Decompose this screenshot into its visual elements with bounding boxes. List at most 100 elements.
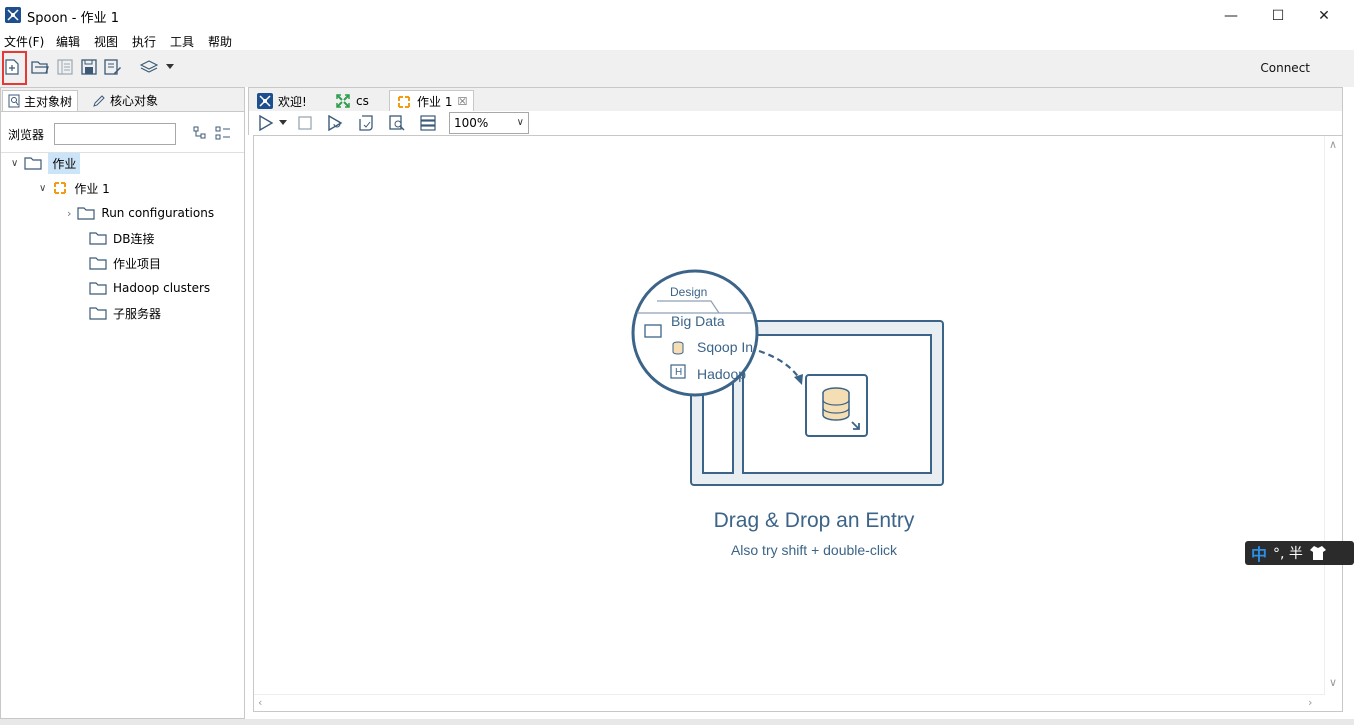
new-button-highlight <box>2 51 27 85</box>
connect-button[interactable]: Connect <box>1260 61 1310 75</box>
chevron-down-icon[interactable]: ∨ <box>11 158 18 169</box>
ime-status-bar[interactable]: 中 °, 半 <box>1245 541 1354 565</box>
tab-view-label: 主对象树 <box>24 94 73 109</box>
run-icon <box>259 115 274 131</box>
main-toolbar: Connect <box>0 50 1354 87</box>
chevron-right-icon[interactable]: › <box>67 207 71 220</box>
replay-button[interactable] <box>326 114 344 132</box>
tab-cs-label: cs <box>356 94 369 108</box>
run-button[interactable] <box>257 114 275 132</box>
maximize-button[interactable]: ☐ <box>1255 0 1301 31</box>
zoom-value: 100% <box>454 116 489 130</box>
chevron-down-icon[interactable]: ∨ <box>39 183 46 194</box>
search-doc-icon <box>8 94 20 108</box>
minimize-button[interactable]: — <box>1208 0 1254 31</box>
save-as-icon <box>104 59 121 75</box>
editor-tabs: 欢迎! cs 作业 1 ☒ <box>248 87 1343 112</box>
browser-label: 浏览器 <box>8 128 45 142</box>
job-icon <box>398 95 410 108</box>
save-icon <box>81 59 97 75</box>
impact-button[interactable] <box>388 114 406 132</box>
drag-drop-title: Drag & Drop an Entry <box>713 509 915 532</box>
folder-icon <box>89 307 107 320</box>
tab-welcome-label: 欢迎! <box>278 94 307 109</box>
spoon-app-icon <box>5 7 21 23</box>
vertical-scrollbar[interactable]: ∧ ∨ <box>1324 136 1342 695</box>
stop-button[interactable] <box>296 114 314 132</box>
pencil-icon <box>93 94 105 107</box>
ime-punctuation[interactable]: °, 半 <box>1273 543 1303 563</box>
tree-item-slave-servers[interactable]: 子服务器 <box>89 302 161 324</box>
title-bar: Spoon - 作业 1 — ☐ ✕ <box>0 0 1354 31</box>
tab-design-label: 核心对象 <box>110 94 159 108</box>
tree-item-job-entries[interactable]: 作业项目 <box>89 252 161 274</box>
explore-repository-icon <box>57 59 73 75</box>
drag-drop-subtitle: Also try shift + double-click <box>730 542 898 558</box>
left-panel: 主对象树 核心对象 浏览器 ∨ 作业 ∨ 作业 1 › Run configur… <box>0 87 245 719</box>
item2-label: Hadoop <box>697 366 747 382</box>
run-options-button[interactable] <box>277 114 289 132</box>
chevron-down-icon: ∨ <box>516 117 524 128</box>
tree-item-run-configurations[interactable]: › Run configurations <box>67 202 214 224</box>
tree-item-label: 作业项目 <box>113 256 162 271</box>
search-db-icon <box>389 115 405 131</box>
scroll-left-icon[interactable]: ‹ <box>258 696 262 709</box>
bottom-edge <box>0 719 1354 725</box>
menu-file[interactable]: 文件(F) <box>4 33 44 50</box>
tab-design[interactable]: 核心对象 <box>87 90 163 111</box>
tree-collapse-button[interactable] <box>215 126 231 143</box>
save-as-button[interactable] <box>103 57 123 77</box>
tab-view[interactable]: 主对象树 <box>2 90 79 111</box>
menu-run[interactable]: 执行 <box>132 33 156 50</box>
explore-button[interactable] <box>55 57 75 77</box>
open-folder-icon <box>31 61 49 74</box>
open-button[interactable] <box>30 57 50 77</box>
tree-item-label: DB连接 <box>113 231 155 246</box>
zoom-select[interactable]: 100% ∨ <box>449 112 529 134</box>
tree-item-db-connections[interactable]: DB连接 <box>89 227 154 249</box>
scroll-down-icon[interactable]: ∨ <box>1329 676 1337 689</box>
tab-welcome[interactable]: 欢迎! <box>251 90 313 112</box>
window-title: Spoon - 作业 1 <box>27 11 120 26</box>
folder-icon <box>89 282 107 295</box>
item1-label: Sqoop In <box>697 339 754 355</box>
check-button[interactable] <box>357 114 375 132</box>
layers-button[interactable] <box>139 57 159 77</box>
menu-view[interactable]: 视图 <box>94 33 118 50</box>
job-canvas[interactable]: Design Big Data Sqoop In H Hadoop Drag &… <box>253 135 1343 712</box>
tree-expand-icon <box>193 126 206 139</box>
layers-dropdown-button[interactable] <box>162 57 178 77</box>
tab-job1[interactable]: 作业 1 ☒ <box>389 90 475 112</box>
tree-item-label: 子服务器 <box>113 306 162 321</box>
design-tab-label: Design <box>670 285 708 299</box>
horizontal-scrollbar[interactable]: ‹ › <box>254 694 1324 711</box>
close-tab-icon[interactable]: ☒ <box>457 95 467 108</box>
close-button[interactable]: ✕ <box>1301 0 1347 31</box>
sql-button[interactable] <box>419 114 437 132</box>
tree-item-job1[interactable]: ∨ 作业 1 <box>39 177 110 199</box>
skin-shirt-icon[interactable] <box>1309 545 1327 561</box>
scroll-up-icon[interactable]: ∧ <box>1329 138 1337 151</box>
spoon-icon <box>257 93 273 109</box>
tree-item-label: Hadoop clusters <box>113 281 211 295</box>
transformation-icon <box>336 94 350 108</box>
menu-tools[interactable]: 工具 <box>170 33 194 50</box>
folder-icon <box>89 257 107 270</box>
tab-cs[interactable]: cs <box>329 90 375 112</box>
folder-icon <box>77 207 96 220</box>
browser-search-input[interactable] <box>54 123 176 145</box>
scroll-right-icon[interactable]: › <box>1308 696 1312 709</box>
ime-mode[interactable]: 中 <box>1251 541 1267 565</box>
folder-icon <box>89 232 107 245</box>
tree-item-label: 作业 1 <box>74 181 110 196</box>
layers-icon <box>140 60 158 73</box>
left-panel-tabs: 主对象树 核心对象 <box>1 88 244 112</box>
tree-item-hadoop-clusters[interactable]: Hadoop clusters <box>89 277 210 299</box>
menu-edit[interactable]: 编辑 <box>56 33 80 50</box>
check-script-icon <box>359 115 373 131</box>
menu-help[interactable]: 帮助 <box>208 33 232 50</box>
save-button[interactable] <box>79 57 99 77</box>
tree-item-jobs[interactable]: ∨ 作业 <box>11 152 81 174</box>
tree-expand-button[interactable] <box>193 126 207 143</box>
folder-label: Big Data <box>671 313 725 329</box>
